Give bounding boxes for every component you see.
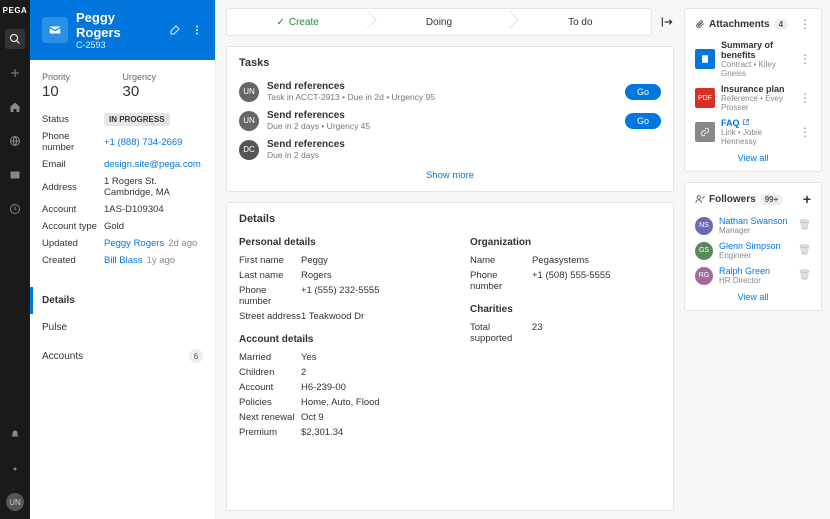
home-icon[interactable]	[5, 97, 25, 117]
task-row: UN Send referencesDue in 2 days • Urgenc…	[239, 106, 661, 135]
view-all-link[interactable]: View all	[695, 149, 811, 163]
settings-icon[interactable]	[5, 459, 25, 479]
task-avatar: UN	[239, 111, 259, 131]
stage-tracker: ✓Create Doing To do	[226, 8, 652, 36]
more-icon[interactable]: ⋮	[799, 17, 811, 31]
link-icon	[695, 122, 715, 142]
case-header: Peggy Rogers C-2593	[30, 0, 215, 60]
urgency-label: Urgency	[123, 72, 204, 82]
priority-label: Priority	[42, 72, 123, 82]
go-button[interactable]: Go	[625, 113, 661, 129]
sidebar: Peggy Rogers C-2593 Priority 10 Urgency …	[30, 0, 216, 519]
email-link[interactable]: design.site@pega.com	[104, 159, 203, 170]
more-icon[interactable]: ⋮	[799, 52, 811, 66]
brand-logo: PEGA	[3, 6, 28, 15]
more-icon[interactable]: ⋮	[799, 125, 811, 139]
exit-icon[interactable]	[660, 15, 674, 29]
attachment-row[interactable]: PDF Insurance planReference • Evey Pross…	[695, 81, 811, 115]
case-type-icon	[42, 17, 68, 43]
more-icon[interactable]	[191, 24, 203, 36]
main-content: ✓Create Doing To do Tasks UN Send refere…	[216, 0, 684, 519]
view-all-link[interactable]: View all	[695, 288, 811, 302]
trash-icon[interactable]: 🗑	[798, 270, 811, 281]
stage-todo[interactable]: To do	[510, 9, 651, 35]
tab-accounts[interactable]: Accounts6	[30, 341, 215, 371]
followers-card: Followers99+ + NS Nathan SwansonManager …	[684, 182, 822, 311]
status-badge: IN PROGRESS	[104, 113, 170, 126]
attachments-card: Attachments4 ⋮ Summary of benefitsContra…	[684, 8, 822, 172]
right-column: Attachments4 ⋮ Summary of benefitsContra…	[684, 0, 830, 519]
case-id: C-2593	[76, 40, 161, 50]
user-avatar[interactable]: UN	[6, 493, 24, 511]
follower-row: RG Ralph GreenHR Director 🗑	[695, 263, 811, 288]
external-link-icon	[742, 118, 750, 126]
trash-icon[interactable]: 🗑	[798, 220, 811, 231]
mail-icon[interactable]	[5, 165, 25, 185]
urgency-value: 30	[123, 83, 204, 100]
plus-icon[interactable]	[5, 63, 25, 83]
case-title: Peggy Rogers	[76, 10, 161, 40]
attachment-row[interactable]: FAQ Link • Jobie Hennessy ⋮	[695, 115, 811, 149]
recent-icon[interactable]	[5, 199, 25, 219]
globe-icon[interactable]	[5, 131, 25, 151]
show-more-link[interactable]: Show more	[239, 164, 661, 181]
priority-value: 10	[42, 83, 123, 100]
add-follower-icon[interactable]: +	[803, 191, 811, 207]
nav-rail: PEGA UN	[0, 0, 30, 519]
follower-row: GS Glenn SimpsonEngineer 🗑	[695, 238, 811, 263]
followers-icon	[695, 194, 705, 204]
tasks-heading: Tasks	[239, 57, 661, 69]
attachment-row[interactable]: Summary of benefitsContract • Kiley Gnei…	[695, 37, 811, 81]
follower-row: NS Nathan SwansonManager 🗑	[695, 213, 811, 238]
task-row: DC Send referencesDue in 2 days	[239, 135, 661, 164]
edit-icon[interactable]	[169, 24, 181, 36]
task-row: UN Send referencesTask in ACCT-2913 • Du…	[239, 77, 661, 106]
more-icon[interactable]: ⋮	[799, 91, 811, 105]
task-avatar: DC	[239, 140, 259, 160]
details-card: Details Personal details First namePeggy…	[226, 202, 674, 511]
tab-details[interactable]: Details	[30, 287, 215, 314]
doc-icon	[695, 49, 715, 69]
stage-create[interactable]: ✓Create	[227, 9, 368, 35]
stage-doing[interactable]: Doing	[368, 9, 509, 35]
task-avatar: UN	[239, 82, 259, 102]
bell-icon[interactable]	[5, 425, 25, 445]
tab-pulse[interactable]: Pulse	[30, 314, 215, 341]
trash-icon[interactable]: 🗑	[798, 245, 811, 256]
phone-link[interactable]: +1 (888) 734-2669	[104, 137, 203, 148]
tasks-card: Tasks UN Send referencesTask in ACCT-291…	[226, 46, 674, 192]
paperclip-icon	[695, 19, 705, 29]
search-icon[interactable]	[5, 29, 25, 49]
pdf-icon: PDF	[695, 88, 715, 108]
go-button[interactable]: Go	[625, 84, 661, 100]
